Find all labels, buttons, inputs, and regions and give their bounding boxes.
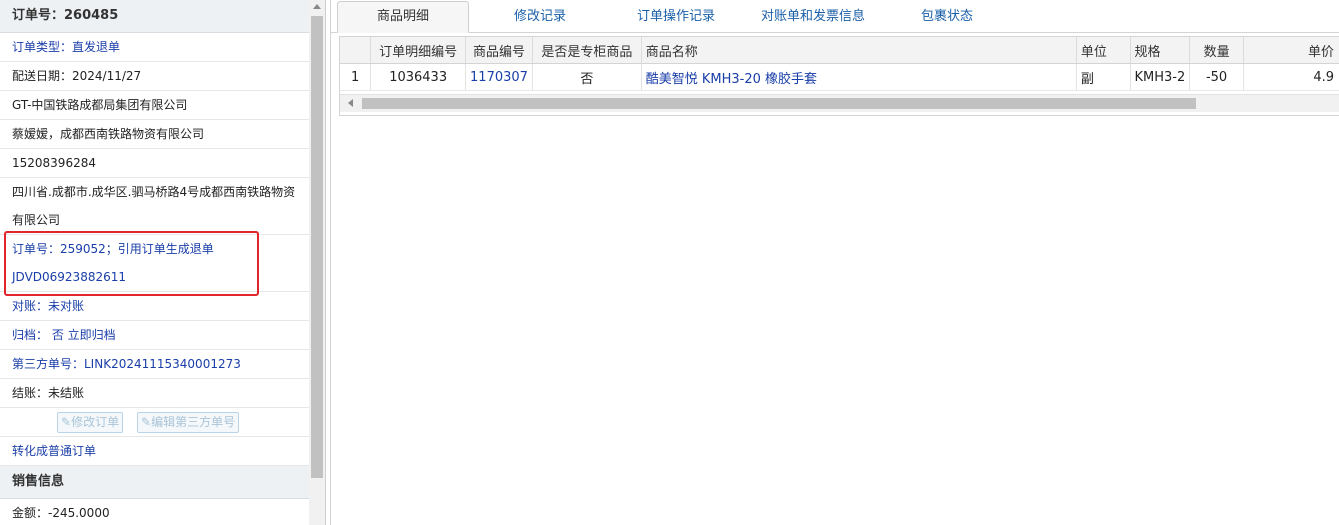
convert-order-link[interactable]: 转化成普通订单 (0, 437, 309, 466)
action-buttons: ✎修改订单 ✎编辑第三方单号 (0, 408, 309, 437)
jd-number[interactable]: JDVD06923882611 (0, 263, 309, 292)
col-header-spec[interactable]: 规格 (1130, 37, 1191, 64)
settle-status: 结账：未结账 (0, 379, 309, 408)
reconcile-status[interactable]: 对账：未对账 (0, 292, 309, 321)
cell-unit-price: 4.9 (1243, 63, 1339, 91)
table-header-row: 订单明细编号 商品编号 是否是专柜商品 商品名称 单位 规格 数量 单价 (340, 37, 1339, 64)
cell-spec: KMH3-2 (1130, 63, 1191, 91)
col-header-product-id[interactable]: 商品编号 (465, 37, 534, 64)
cell-quantity: -50 (1189, 63, 1244, 91)
cell-counter-product: 否 (532, 63, 642, 91)
delivery-date: 配送日期：2024/11/27 (0, 62, 309, 91)
tab-bar: 商品明细 修改记录 订单操作记录 对账单和发票信息 包裹状态 (331, 0, 1339, 33)
tab-operation-log[interactable]: 订单操作记录 (617, 3, 735, 31)
col-header-product-name[interactable]: 商品名称 (641, 37, 1077, 64)
order-info-panel: 订单号：260485 订单类型：直发退单 配送日期：2024/11/27 GT-… (0, 0, 310, 525)
third-party-number[interactable]: 第三方单号：LINK20241115340001273 (0, 350, 309, 379)
col-header-unit-price[interactable]: 单价 (1243, 37, 1339, 64)
col-header-index (340, 37, 372, 64)
order-number-header: 订单号：260485 (0, 0, 309, 33)
col-header-detail-id[interactable]: 订单明细编号 (370, 37, 467, 64)
scroll-up-icon[interactable] (313, 4, 321, 9)
table-row[interactable]: 1 1036433 1170307 否 酷美智悦 KMH3-20 橡胶手套 副 … (340, 63, 1339, 91)
contact-phone: 15208396284 (0, 149, 309, 178)
edit-third-party-label: 编辑第三方单号 (151, 415, 236, 429)
sales-info-header: 销售信息 (0, 466, 309, 499)
cell-unit: 副 (1076, 63, 1131, 91)
tab-product-detail[interactable]: 商品明细 (337, 1, 469, 33)
contact-person: 蔡嫒嫒，成都西南铁路物资有限公司 (0, 120, 309, 149)
table-scroll-thumb[interactable] (362, 98, 1196, 109)
cell-detail-id: 1036433 (370, 63, 467, 91)
edit-icon: ✎ (141, 415, 152, 429)
cell-product-name-link[interactable]: 酷美智悦 KMH3-20 橡胶手套 (641, 63, 1077, 91)
tab-modify-log[interactable]: 修改记录 (481, 3, 599, 31)
tab-statement-invoice[interactable]: 对账单和发票信息 (749, 3, 877, 31)
cell-index: 1 (340, 63, 372, 91)
order-type: 订单类型：直发退单 (0, 33, 309, 62)
col-header-unit[interactable]: 单位 (1076, 37, 1131, 64)
reference-order[interactable]: 订单号：259052；引用订单生成退单 (0, 235, 309, 263)
table-horizontal-scrollbar[interactable] (340, 94, 1339, 112)
delivery-address: 四川省.成都市.成华区.驷马桥路4号成都西南铁路物资有限公司 (0, 178, 309, 235)
product-grid: 订单明细编号 商品编号 是否是专柜商品 商品名称 单位 规格 数量 单价 1 1… (339, 36, 1339, 116)
cell-product-id-link[interactable]: 1170307 (465, 63, 534, 91)
edit-icon: ✎ (61, 415, 72, 429)
customer-company: GT-中国铁路成都局集团有限公司 (0, 91, 309, 120)
archive-status[interactable]: 归档： 否 立即归档 (0, 321, 309, 350)
sales-amount: 金额：-245.0000 (0, 499, 309, 525)
tab-package-status[interactable]: 包裹状态 (897, 3, 997, 31)
left-panel-scroll-thumb[interactable] (311, 16, 323, 478)
edit-third-party-button[interactable]: ✎编辑第三方单号 (137, 412, 240, 433)
detail-panel: 商品明细 修改记录 订单操作记录 对账单和发票信息 包裹状态 订单明细编号 商品… (330, 0, 1339, 525)
edit-order-button[interactable]: ✎修改订单 (57, 412, 124, 433)
col-header-counter-product[interactable]: 是否是专柜商品 (532, 37, 642, 64)
product-table: 订单明细编号 商品编号 是否是专柜商品 商品名称 单位 规格 数量 单价 1 1… (340, 37, 1339, 91)
scroll-left-icon[interactable] (348, 99, 353, 107)
edit-order-label: 修改订单 (71, 415, 120, 429)
col-header-quantity[interactable]: 数量 (1189, 37, 1244, 64)
